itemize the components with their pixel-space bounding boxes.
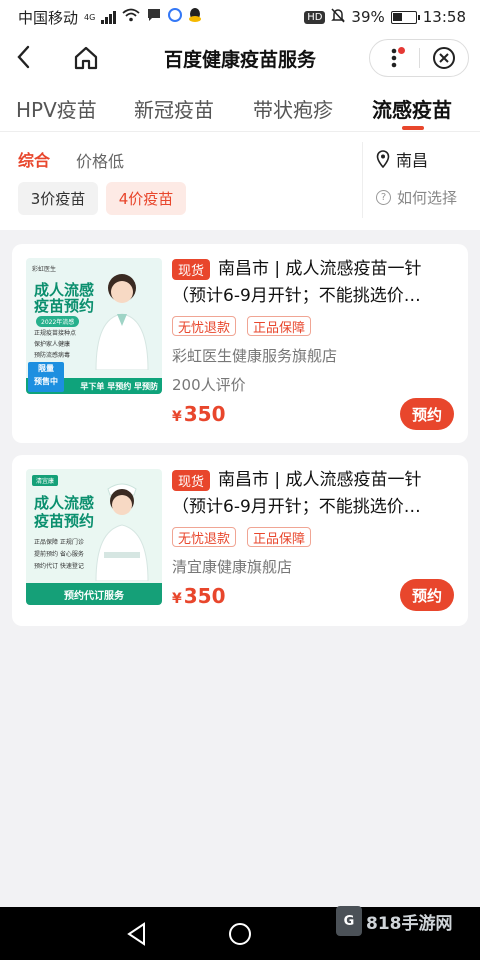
nurse-illustration [95,483,149,581]
back-button[interactable] [14,44,46,72]
question-icon: ? [376,190,391,205]
network-label: 4G [84,12,96,22]
thumb-heading-line2: 疫苗预约 [34,512,95,530]
location-pin-icon [376,150,390,168]
system-back-button[interactable] [124,921,150,947]
thumb-heading-line1: 成人流感 [34,494,95,512]
product-title: 南昌市 | 成人流感疫苗一针（预计6-9月开针；不能挑选价… [172,259,422,306]
status-bar: 中国移动 4G HD 39% 13:58 [0,0,480,34]
sort-price-button[interactable]: 价格低 [76,148,124,172]
thumb-brand: 彩虹医生 [32,266,57,273]
price-value: 350 [183,402,226,426]
thumb-bullet: 保护家人健康 [34,341,71,348]
close-button[interactable] [419,40,468,76]
tab-hpv[interactable]: HPV疫苗 [16,94,97,123]
chip-trivalent[interactable]: 3价疫苗 [18,182,98,215]
message-icon [146,8,162,26]
store-name: 彩虹医生健康服务旗舰店 [172,347,338,365]
product-price: ¥350 [172,402,226,426]
authentic-badge: 正品保障 [247,316,312,336]
location-selector[interactable]: 南昌 [376,147,428,171]
tab-covid[interactable]: 新冠疫苗 [134,94,214,123]
wifi-icon [122,8,140,26]
product-thumbnail: 清宜康 成人流感 疫苗预约 正品保障 正规门诊 提前预约 省心服务 预约代订 快… [26,469,162,605]
mini-program-capsule [369,39,469,77]
carrier-label: 中国移动 [18,8,79,27]
sort-default-button[interactable]: 综合 [18,147,50,171]
thumb-limited: 限量 [38,364,54,373]
currency-symbol: ¥ [172,591,182,607]
currency-symbol: ¥ [172,409,182,425]
thumb-brand: 清宜康 [32,475,59,486]
thumb-limited-badge: 限量 预售中 [28,362,64,392]
home-icon [74,46,98,70]
product-card[interactable]: 彩虹医生 成人流感 疫苗预约 2022年流感 正规疫苗接种点 保护家人健康 预防… [12,244,468,443]
battery-icon [390,10,420,24]
filter-panel: 综合 价格低 南昌 3价疫苗 4价疫苗 ? 如何选择 [0,132,480,230]
refund-badge: 无忧退款 [172,316,237,336]
vaccine-tabs: HPV疫苗 新冠疫苗 带状疱疹 流感疫苗 [0,82,480,132]
system-home-button[interactable] [227,921,253,947]
thumb-heading-line2: 疫苗预约 [34,297,95,315]
mute-icon [331,7,346,27]
more-button[interactable] [370,40,419,76]
tab-flu[interactable]: 流感疫苗 [372,94,452,123]
nav-bar: 百度健康疫苗服务 [0,34,480,82]
book-button[interactable]: 预约 [400,579,454,611]
thumb-footer: 预约代订服务 [26,583,162,605]
qq-icon [188,7,202,27]
tab-shingles[interactable]: 带状疱疹 [253,94,333,123]
thumb-bullet: 预防流感病毒 [34,352,71,359]
location-label: 南昌 [396,151,429,170]
thumb-presale: 预售中 [34,377,58,386]
notification-dot [397,47,405,54]
authentic-badge: 正品保障 [247,527,312,547]
watermark-logo-icon: G [336,906,362,936]
store-name: 清宜康健康旗舰店 [172,558,293,576]
refund-badge: 无忧退款 [172,527,237,547]
baidu-app-icon [168,8,183,26]
thumb-bullet: 正规疫苗接种点 [34,330,77,337]
filter-divider [362,142,363,218]
hd-icon: HD [304,10,326,24]
triangle-back-icon [127,922,145,946]
circle-home-icon [229,923,251,945]
more-dots-icon [391,48,397,68]
back-arrow-icon [17,45,30,69]
site-watermark: G 818手游网 [336,906,453,936]
review-count: 200人评价 [172,376,246,394]
thumb-bullet: 预约代订 快速登记 [34,563,84,570]
price-value: 350 [183,584,226,608]
clock: 13:58 [422,8,466,26]
how-to-choose-link[interactable]: ? 如何选择 [376,187,457,208]
doctor-illustration [95,274,149,370]
close-icon [432,47,455,69]
thumb-bullet: 提前预约 省心服务 [34,551,84,558]
signal-icon [101,10,117,24]
product-price: ¥350 [172,584,226,608]
thumb-bullet: 正品保障 正规门诊 [34,539,84,546]
watermark-text: 818手游网 [366,913,453,934]
product-thumbnail: 彩虹医生 成人流感 疫苗预约 2022年流感 正规疫苗接种点 保护家人健康 预防… [26,258,162,394]
battery-percent: 39% [351,8,385,26]
product-title: 南昌市 | 成人流感疫苗一针（预计6-9月开针；不能挑选价… [172,470,422,517]
home-button[interactable] [72,44,104,72]
how-to-choose-label: 如何选择 [397,189,458,207]
book-button[interactable]: 预约 [400,398,454,430]
tab-active-indicator [402,126,424,130]
thumb-year: 2022年流感 [36,316,80,327]
chip-quadrivalent[interactable]: 4价疫苗 [106,182,186,215]
product-card[interactable]: 清宜康 成人流感 疫苗预约 正品保障 正规门诊 提前预约 省心服务 预约代订 快… [12,455,468,626]
